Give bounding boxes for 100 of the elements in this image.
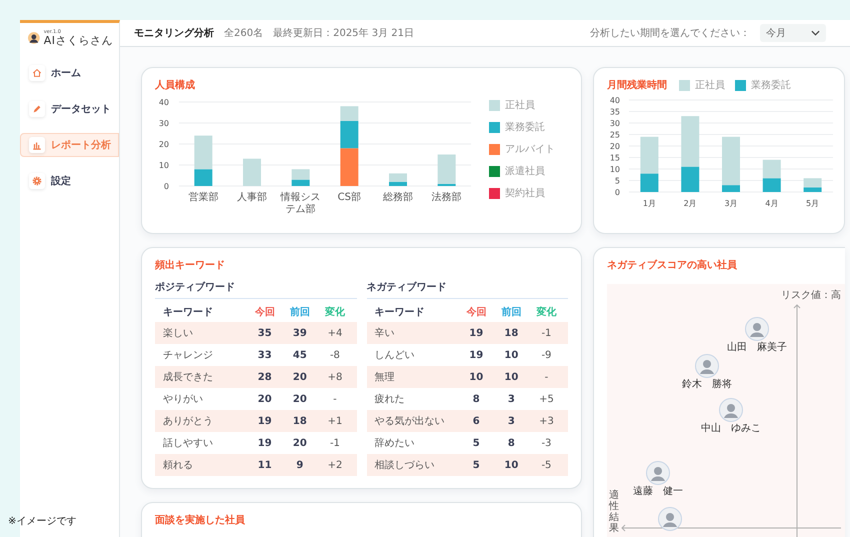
- table-cell-text: 20: [292, 372, 308, 382]
- y-tick-label: 30: [158, 119, 169, 128]
- person-silhouette-icon[interactable]: [719, 398, 743, 422]
- table-cell-text: -: [544, 372, 550, 382]
- y-tick-label: 0: [164, 182, 169, 191]
- table-cell-text: 19: [468, 350, 484, 360]
- nav-item[interactable]: データセット: [20, 97, 119, 121]
- y-tick-label: 10: [158, 161, 169, 170]
- table-cell-text: 10: [503, 350, 520, 360]
- table-cell-text: 辞めたい: [374, 436, 416, 450]
- table-cell-text: +4: [326, 328, 344, 338]
- employee-name: 中山 ゆみこ: [701, 423, 761, 434]
- table-cell-text: 成長できた: [163, 370, 214, 384]
- nav-item[interactable]: ホーム: [20, 61, 119, 85]
- settings-icon: [32, 176, 42, 186]
- y-tick-label: 20: [610, 142, 620, 151]
- table-cell-text: +3: [538, 416, 555, 426]
- table-cell-text: 35: [256, 328, 273, 338]
- person-silhouette-icon[interactable]: [658, 507, 682, 531]
- column-header: 変化: [324, 305, 346, 319]
- period-label: 分析したい期間を選んでください：: [590, 26, 750, 40]
- table-cell-text: しんどい: [374, 349, 416, 362]
- legend-label: 派遣社員: [505, 164, 545, 178]
- table-cell-text: 10: [503, 460, 520, 470]
- legend-label: 正社員: [505, 98, 535, 112]
- table-cell-text: -9: [540, 350, 552, 360]
- legend-label: アルバイト: [505, 143, 555, 156]
- table-cell-text: -: [332, 394, 338, 404]
- person-silhouette-icon[interactable]: [695, 354, 719, 378]
- table-cell-text: 39: [292, 328, 308, 338]
- employee-count: 全260名: [224, 27, 264, 40]
- table-cell-text: -8: [328, 350, 341, 360]
- column-header: キーワード: [374, 306, 426, 319]
- x-axis-label: 法務部: [432, 192, 462, 203]
- table-cell-text: 19: [468, 328, 484, 338]
- column-header: 変化: [535, 305, 558, 319]
- table-cell-text: 8: [506, 438, 516, 448]
- table-cell-text: -1: [328, 438, 341, 448]
- y-tick-label: 30: [610, 119, 620, 128]
- y-tick-label: 25: [610, 130, 620, 140]
- column-header: 前回: [288, 306, 311, 319]
- table-cell-text: 頼れる: [163, 458, 194, 472]
- legend-label: 契約社員: [505, 186, 545, 200]
- nav-item[interactable]: 設定: [20, 169, 119, 193]
- table-cell-text: 11: [256, 460, 273, 470]
- table-cell-text: -3: [540, 438, 552, 448]
- y-tick-label: 5: [614, 176, 620, 186]
- table-cell-text: 33: [256, 350, 273, 360]
- table-cell-text: 45: [292, 350, 308, 360]
- table-cell-text: 5: [472, 460, 481, 470]
- bar-segment: [762, 178, 781, 192]
- person-silhouette-icon[interactable]: [646, 461, 670, 485]
- table-cell-text: 8: [472, 394, 481, 404]
- column-header: 今回: [465, 306, 488, 319]
- card-title: ネガティブスコアの高い社員: [607, 258, 738, 272]
- person-silhouette-icon[interactable]: [745, 317, 769, 341]
- axis-label: リスク値：高: [781, 288, 841, 302]
- table-cell-text: 20: [256, 394, 273, 404]
- table-cell-text: +5: [538, 394, 555, 404]
- bar-segment: [340, 148, 358, 186]
- table-cell-text: +1: [326, 416, 344, 426]
- column-header: 今回: [254, 306, 276, 319]
- table-cell-text: 3: [506, 394, 516, 404]
- x-axis-label: 総務部: [382, 192, 413, 203]
- table-title: ポジティブワード: [155, 276, 356, 299]
- table-cell-text: 10: [468, 372, 484, 382]
- table-cell-text: やりがい: [163, 393, 204, 406]
- card-title: 人員構成: [155, 78, 196, 92]
- y-tick-label: 35: [610, 108, 620, 116]
- x-axis-label: CS部: [338, 192, 361, 203]
- table-cell-text: チャレンジ: [163, 349, 214, 362]
- home-icon: [32, 68, 42, 78]
- table-cell-text: ありがとう: [163, 415, 214, 428]
- employee-name: 鈴木 勝将: [682, 379, 732, 390]
- table-cell-text: 28: [256, 372, 273, 382]
- bar-chart-icon: [32, 140, 42, 150]
- table-cell-text: 辛い: [374, 326, 396, 340]
- table-cell-text: -1: [540, 328, 552, 338]
- table-cell-text: 18: [292, 416, 308, 426]
- employee-name: 山田 麻美子: [727, 342, 787, 353]
- table-cell-text: 無理: [374, 371, 396, 384]
- x-axis-label: 3月: [724, 199, 738, 208]
- table-cell-text: 相談しづらい: [374, 458, 436, 472]
- table-cell-text: +2: [326, 460, 344, 470]
- period-select[interactable]: 今月: [760, 24, 826, 42]
- table-cell-text: 18: [503, 328, 520, 338]
- table-cell-text: 5: [472, 438, 481, 448]
- bar-segment: [762, 160, 781, 178]
- y-tick-label: 15: [610, 154, 620, 162]
- table-cell-text: 10: [503, 372, 520, 382]
- page-title: モニタリング分析: [134, 26, 214, 40]
- pencil-icon: [32, 104, 42, 114]
- table-cell-text: +8: [326, 372, 344, 382]
- legend-label: 業務委託: [505, 120, 545, 134]
- x-axis-label: 2月: [684, 199, 697, 208]
- axis-label: 適性結果: [609, 490, 619, 534]
- footnote: ※イメージです: [8, 515, 76, 528]
- column-header: キーワード: [163, 306, 214, 319]
- card-title: 面談を実施した社員: [155, 513, 246, 527]
- x-axis-label: 5月: [806, 199, 820, 208]
